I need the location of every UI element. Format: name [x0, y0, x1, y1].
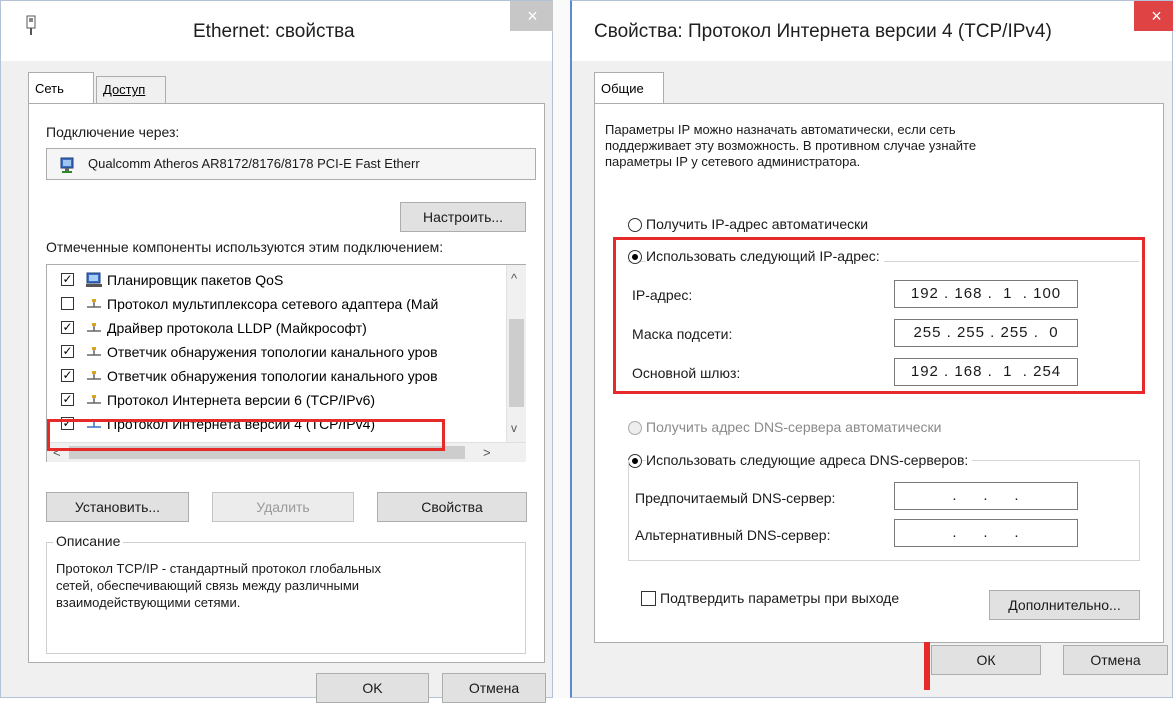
vertical-scrollbar[interactable]: ^ v — [506, 265, 526, 442]
manual-dns-label: Использовать следующие адреса DNS-сервер… — [646, 452, 973, 468]
dialog-title: Ethernet: свойства — [193, 21, 355, 42]
description-line-3: взаимодействующими сетями. — [56, 595, 241, 610]
auto-ip-radio[interactable] — [628, 218, 642, 232]
protocol-icon — [87, 371, 101, 380]
close-button[interactable]: × — [510, 1, 555, 31]
component-checkbox[interactable]: ✓ — [61, 321, 74, 334]
ethernet-properties-dialog: Ethernet: свойства × Сеть Доступ Подключ… — [0, 0, 555, 703]
alternate-dns-field[interactable]: . . . — [894, 519, 1078, 547]
auto-dns-label: Получить адрес DNS-сервера автоматически — [646, 419, 942, 435]
component-label: Ответчик обнаружения топологии канальног… — [107, 368, 438, 384]
component-label: Ответчик обнаружения топологии канальног… — [107, 344, 438, 360]
description-line-1: Протокол TCP/IP - стандартный протокол г… — [56, 561, 381, 576]
dns-group-bottom — [628, 560, 1140, 561]
close-button[interactable]: × — [1134, 1, 1173, 31]
install-button[interactable]: Установить... — [46, 492, 189, 522]
list-item[interactable]: ✓ Протокол Интернета версии 6 (TCP/IPv6) — [47, 389, 525, 413]
list-item[interactable]: Протокол мультиплексора сетевого адаптер… — [47, 293, 525, 317]
description-line-2: сетей, обеспечивающий связь между различ… — [56, 578, 360, 593]
component-label: Драйвер протокола LLDP (Майкрософт) — [107, 320, 367, 336]
network-adapter-icon — [26, 15, 36, 35]
list-item[interactable]: ✓ Планировщик пакетов QoS — [47, 269, 525, 293]
auto-dns-radio[interactable] — [628, 421, 642, 435]
intro-line-1: Параметры IP можно назначать автоматичес… — [605, 122, 956, 137]
protocol-icon — [87, 299, 101, 308]
component-checkbox[interactable]: ✓ — [61, 345, 74, 358]
scroll-up-icon[interactable]: ^ — [511, 271, 517, 286]
protocol-icon — [87, 323, 101, 332]
desktop-gap — [553, 0, 570, 698]
highlight-ipv4-item — [47, 419, 445, 451]
alternate-dns-label: Альтернативный DNS-сервер: — [635, 527, 831, 543]
highlight-ip-settings — [613, 237, 1145, 394]
protocol-icon — [87, 395, 101, 404]
remove-button[interactable]: Удалить — [212, 492, 354, 522]
ok-button[interactable]: ОК — [931, 645, 1041, 675]
tab-sharing[interactable]: Доступ — [96, 76, 166, 103]
component-label: Протокол мультиплексора сетевого адаптер… — [107, 296, 439, 312]
tab-network[interactable]: Сеть — [28, 72, 94, 104]
tab-panel: Подключение через: Qualcomm Atheros AR81… — [28, 103, 545, 663]
component-checkbox[interactable]: ✓ — [61, 273, 74, 286]
intro-line-3: параметры IP у сетевого администратора. — [605, 154, 861, 169]
protocol-icon — [87, 347, 101, 356]
list-item[interactable]: ✓ Ответчик обнаружения топологии канальн… — [47, 341, 525, 365]
preferred-dns-field[interactable]: . . . — [894, 482, 1078, 510]
intro-line-2: поддерживает эту возможность. В противно… — [605, 138, 977, 153]
preferred-dns-label: Предпочитаемый DNS-сервер: — [635, 490, 836, 506]
scroll-down-icon[interactable]: v — [511, 421, 517, 435]
dns-group-left-border — [628, 460, 629, 560]
adapter-box: Qualcomm Atheros AR8172/8176/8178 PCI-E … — [46, 148, 536, 180]
qos-scheduler-icon — [86, 272, 102, 287]
configure-button[interactable]: Настроить... — [400, 202, 526, 232]
title-bar: Ethernet: свойства × — [1, 1, 555, 61]
auto-ip-label: Получить IP-адрес автоматически — [646, 216, 869, 232]
cancel-button[interactable]: Отмена — [1063, 645, 1168, 675]
ok-button[interactable]: OK — [316, 673, 429, 703]
components-label: Отмеченные компоненты используются этим … — [46, 239, 444, 255]
title-bar: Свойства: Протокол Интернета версии 4 (T… — [572, 1, 1173, 61]
list-item[interactable]: ✓ Драйвер протокола LLDP (Майкрософт) — [47, 317, 525, 341]
dns-group-right-border — [1139, 460, 1140, 560]
highlight-ok-button — [924, 642, 930, 690]
cancel-button[interactable]: Отмена — [442, 673, 546, 703]
connect-via-label: Подключение через: — [46, 124, 180, 140]
scroll-right-icon[interactable]: > — [483, 445, 491, 460]
component-checkbox[interactable]: ✓ — [61, 393, 74, 406]
description-label: Описание — [53, 533, 124, 549]
component-checkbox[interactable]: ✓ — [61, 369, 74, 382]
adapter-name: Qualcomm Atheros AR8172/8176/8178 PCI-E … — [88, 156, 420, 171]
component-label: Протокол Интернета версии 6 (TCP/IPv6) — [107, 392, 376, 408]
component-label: Планировщик пакетов QoS — [107, 272, 284, 288]
properties-button[interactable]: Свойства — [377, 492, 527, 522]
description-group: Описание Протокол TCP/IP - стандартный п… — [46, 533, 526, 654]
validate-label: Подтвердить параметры при выходе — [660, 590, 900, 606]
validate-checkbox[interactable] — [641, 591, 656, 606]
advanced-button[interactable]: Дополнительно... — [989, 590, 1140, 620]
dialog-title: Свойства: Протокол Интернета версии 4 (T… — [594, 21, 1052, 42]
adapter-icon — [60, 157, 74, 173]
component-checkbox[interactable] — [61, 297, 74, 310]
tab-general[interactable]: Общие — [594, 72, 664, 104]
manual-dns-radio[interactable] — [628, 454, 642, 468]
scrollbar-thumb[interactable] — [509, 319, 524, 407]
list-item[interactable]: ✓ Ответчик обнаружения топологии канальн… — [47, 365, 525, 389]
